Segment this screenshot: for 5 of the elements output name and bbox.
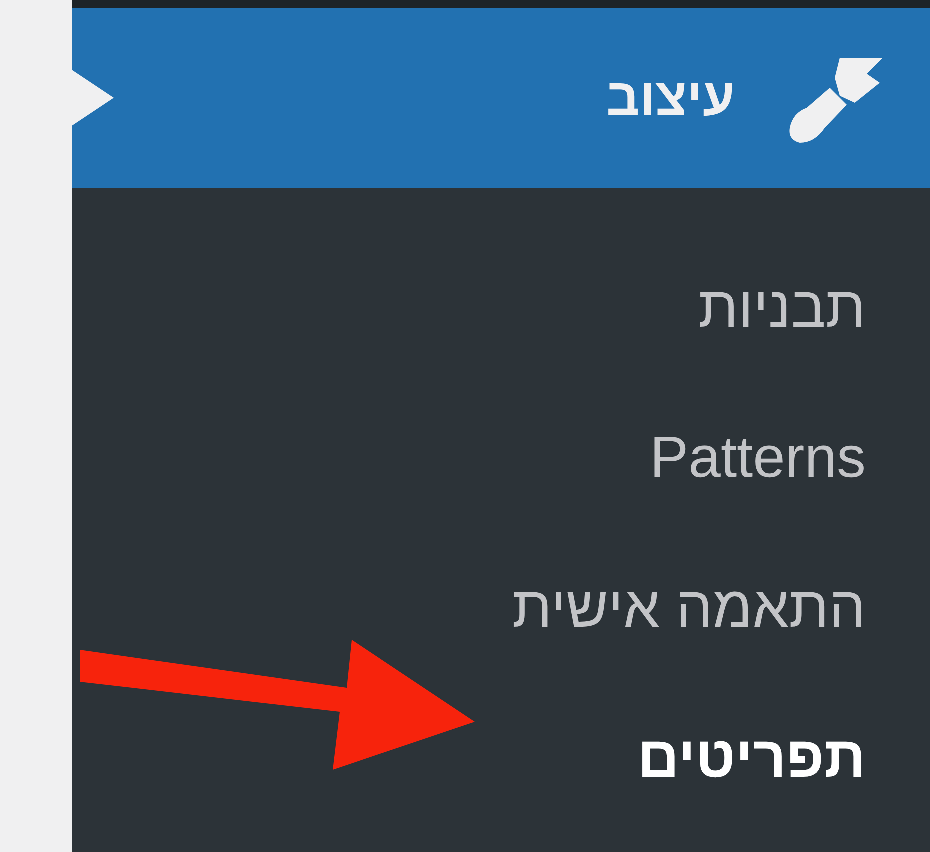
submenu-item[interactable]: תפריטים (638, 726, 866, 790)
menu-title[interactable]: עיצוב (606, 72, 735, 124)
submenu-item[interactable]: Patterns (650, 426, 866, 490)
submenu-item[interactable]: תבניות (698, 276, 866, 340)
submenu-item[interactable]: התאמה אישית (512, 576, 866, 640)
